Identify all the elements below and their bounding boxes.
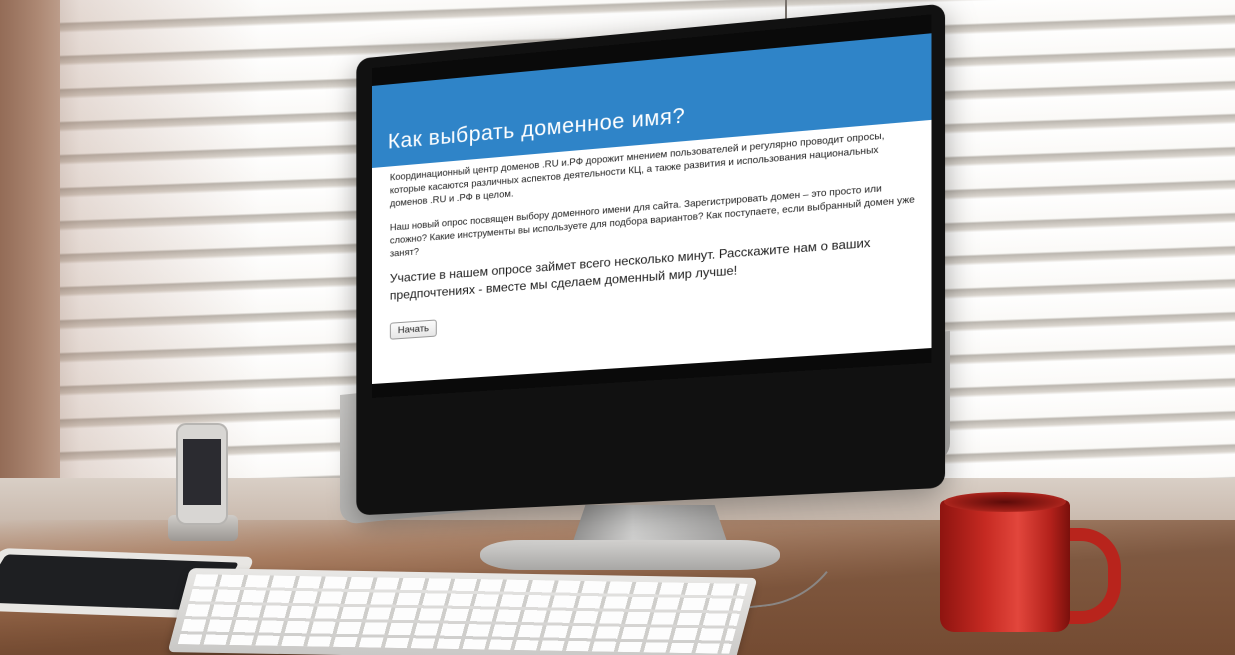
start-button[interactable]: Начать [389,319,438,340]
keyboard-keys [177,574,748,654]
keyboard [167,568,758,655]
monitor-screen: Как выбрать доменное имя? Координационны… [372,14,932,399]
page-title: Как выбрать доменное имя? [387,103,686,154]
coffee-mug [940,500,1070,632]
office-scene:  Как выбрать доменное имя? Координацион… [0,0,1235,655]
mug-rim [944,492,1066,512]
